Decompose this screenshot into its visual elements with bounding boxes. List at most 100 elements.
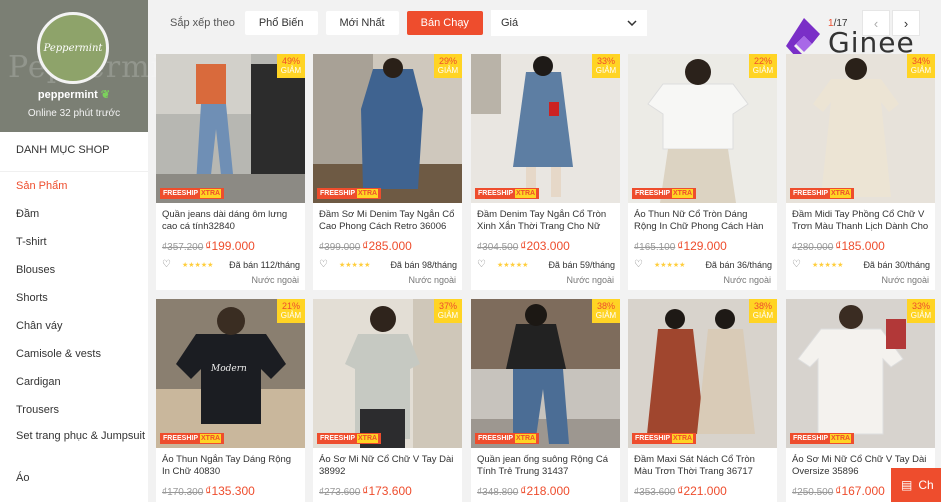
shop-avatar[interactable]: Peppermint: [37, 12, 109, 84]
discount-percent: 37%: [438, 301, 457, 311]
category-item-tshirt[interactable]: T-shirt: [0, 228, 148, 256]
sort-newest-button[interactable]: Mới Nhất: [325, 11, 399, 35]
old-price: ₫353.600: [634, 487, 676, 498]
discount-word: GIẢM: [437, 66, 459, 75]
category-item-tops[interactable]: Áo: [0, 464, 148, 492]
star-rating: ★★★★★: [654, 261, 686, 269]
meta-row: ♡ ★★★★★ Đã bán 59/tháng: [477, 259, 615, 270]
discount-percent: 21%: [281, 301, 300, 311]
chat-label: Ch: [918, 478, 934, 492]
discount-percent: 38%: [753, 301, 772, 311]
product-card[interactable]: 49% GIẢM FREESHIP XTRA Quần jeans dài dáng…: [156, 54, 305, 290]
product-card[interactable]: 29% GIẢM FREESHIP XTRA Đầm Sơ Mi Denim Tay…: [313, 54, 462, 290]
star-rating: ★★★★★: [339, 261, 371, 269]
sold-count: Đã bán 36/tháng: [705, 259, 772, 270]
origin-label: Nước ngoài: [881, 275, 929, 285]
discount-badge: 33% GIẢM: [592, 54, 620, 78]
old-price: ₫304.500: [477, 242, 519, 253]
origin-label: Nước ngoài: [566, 275, 614, 285]
category-item-dresses[interactable]: Đầm: [0, 200, 148, 228]
discount-word: GIẢM: [910, 311, 932, 320]
star-rating: ★★★★★: [812, 261, 844, 269]
freeship-tag: XTRA: [515, 189, 537, 198]
discount-word: GIẢM: [595, 311, 617, 320]
shop-name[interactable]: peppermint ❦: [0, 88, 148, 101]
price-row: ₫170.300 ₫135.300: [162, 482, 255, 500]
heart-icon[interactable]: ♡: [319, 259, 333, 270]
sort-popular-button[interactable]: Phổ Biến: [244, 11, 318, 35]
meta-row: ♡ ★★★★★ Đã bán 112/tháng: [162, 259, 300, 270]
product-card[interactable]: 37% GIẢM FREESHIP XTRA Áo Sơ Mi Nữ Cổ Chữ …: [313, 299, 462, 502]
freeship-badge: FREESHIP XTRA: [160, 433, 225, 444]
freeship-badge: FREESHIP XTRA: [317, 188, 382, 199]
category-item-cardigan[interactable]: Cardigan: [0, 368, 148, 396]
svg-text:Modern: Modern: [210, 364, 247, 374]
freeship-text: FREESHIP: [793, 435, 829, 442]
category-item-shorts[interactable]: Shorts: [0, 284, 148, 312]
leaf-icon: ❦: [100, 89, 111, 101]
product-name[interactable]: Đầm Maxi Sát Nách Cổ Tròn Màu Trơn Thời …: [634, 454, 772, 478]
shop-sidebar: Peppermint Peppermint peppermint ❦ Onlin…: [0, 0, 194, 502]
product-name[interactable]: Quần jean ống suông Rộng Cá Tính Trẻ Tru…: [477, 454, 615, 478]
freeship-badge: FREESHIP XTRA: [790, 188, 855, 199]
freeship-tag: XTRA: [830, 434, 852, 443]
freeship-badge: FREESHIP XTRA: [632, 188, 697, 199]
freeship-badge: FREESHIP XTRA: [475, 433, 540, 444]
product-card[interactable]: 22% GIẢM FREESHIP XTRA Áo Thun Nữ Cổ Tròn …: [628, 54, 777, 290]
chevron-down-icon: [627, 20, 637, 26]
category-item-trousers[interactable]: Trousers: [0, 396, 148, 424]
product-name[interactable]: Quần jeans dài dáng ôm lưng cao cá tính3…: [162, 209, 300, 233]
product-card[interactable]: 33% GIẢM FREESHIP XTRA Đầm Denim Tay Ngắn …: [471, 54, 620, 290]
freeship-text: FREESHIP: [320, 435, 356, 442]
current-price: ₫285.000: [362, 239, 412, 253]
freeship-badge: FREESHIP XTRA: [790, 433, 855, 444]
heart-icon[interactable]: ♡: [477, 259, 491, 270]
sold-count: Đã bán 98/tháng: [390, 259, 457, 270]
category-item-skirts[interactable]: Chân váy: [0, 312, 148, 340]
freeship-text: FREESHIP: [793, 190, 829, 197]
price-sort-label: Giá: [500, 17, 519, 29]
price-sort-select[interactable]: Giá: [490, 10, 647, 36]
category-list: Sản Phẩm Đầm T-shirt Blouses Shorts Chân…: [0, 172, 148, 492]
old-price: ₫165.100: [634, 242, 676, 253]
freeship-tag: XTRA: [515, 434, 537, 443]
discount-word: GIẢM: [437, 311, 459, 320]
discount-badge: 38% GIẢM: [592, 299, 620, 323]
category-item-camisole[interactable]: Camisole & vests: [0, 340, 148, 368]
heart-icon[interactable]: ♡: [162, 259, 176, 270]
discount-percent: 22%: [753, 56, 772, 66]
current-price: ₫135.300: [205, 484, 255, 498]
old-price: ₫357.200: [162, 242, 204, 253]
product-card[interactable]: 34% GIẢM FREESHIP XTRA Đầm Midi Tay Phồng …: [786, 54, 935, 290]
product-card[interactable]: 38% GIẢM FREESHIP XTRA Đầm Maxi Sát Nách C…: [628, 299, 777, 502]
product-card[interactable]: Modern 21% GIẢM FREESHIP XTRA Áo Thun Ngắn…: [156, 299, 305, 502]
freeship-tag: XTRA: [830, 189, 852, 198]
category-item-products[interactable]: Sản Phẩm: [0, 172, 148, 200]
old-price: ₫280.000: [792, 242, 834, 253]
product-name[interactable]: Đầm Denim Tay Ngắn Cổ Tròn Xinh Xắn Thời…: [477, 209, 615, 233]
discount-percent: 38%: [596, 301, 615, 311]
category-item-blouses[interactable]: Blouses: [0, 256, 148, 284]
shop-header: Peppermint Peppermint peppermint ❦ Onlin…: [0, 0, 194, 132]
product-name[interactable]: Áo Sơ Mi Nữ Cổ Chữ V Tay Dài 38992: [319, 454, 457, 478]
product-name[interactable]: Đầm Sơ Mi Denim Tay Ngắn Cổ Cao Phong Cá…: [319, 209, 457, 233]
discount-word: GIẢM: [280, 311, 302, 320]
sold-count: Đã bán 30/tháng: [863, 259, 930, 270]
freeship-tag: XTRA: [200, 434, 222, 443]
origin-label: Nước ngoài: [251, 275, 299, 285]
product-name[interactable]: Áo Thun Nữ Cổ Tròn Dáng Rộng In Chữ Phon…: [634, 209, 772, 233]
heart-icon[interactable]: ♡: [634, 259, 648, 270]
product-name[interactable]: Áo Thun Ngắn Tay Dáng Rộng In Chữ 40830: [162, 454, 300, 478]
discount-word: GIẢM: [752, 66, 774, 75]
freeship-badge: FREESHIP XTRA: [475, 188, 540, 199]
category-item-sets[interactable]: Set trang phục & Jumpsuit: [0, 424, 148, 464]
discount-word: GIẢM: [595, 66, 617, 75]
heart-icon[interactable]: ♡: [792, 259, 806, 270]
old-price: ₫170.300: [162, 487, 204, 498]
product-card[interactable]: 38% GIẢM FREESHIP XTRA Quần jean ống suông…: [471, 299, 620, 502]
sold-count: Đã bán 112/tháng: [229, 259, 300, 270]
sort-bestselling-button[interactable]: Bán Chạy: [406, 11, 483, 35]
chat-button[interactable]: ▤ Ch: [891, 468, 941, 502]
product-name[interactable]: Đầm Midi Tay Phồng Cổ Chữ V Trơn Màu Tha…: [792, 209, 930, 233]
current-price: ₫221.000: [677, 484, 727, 498]
